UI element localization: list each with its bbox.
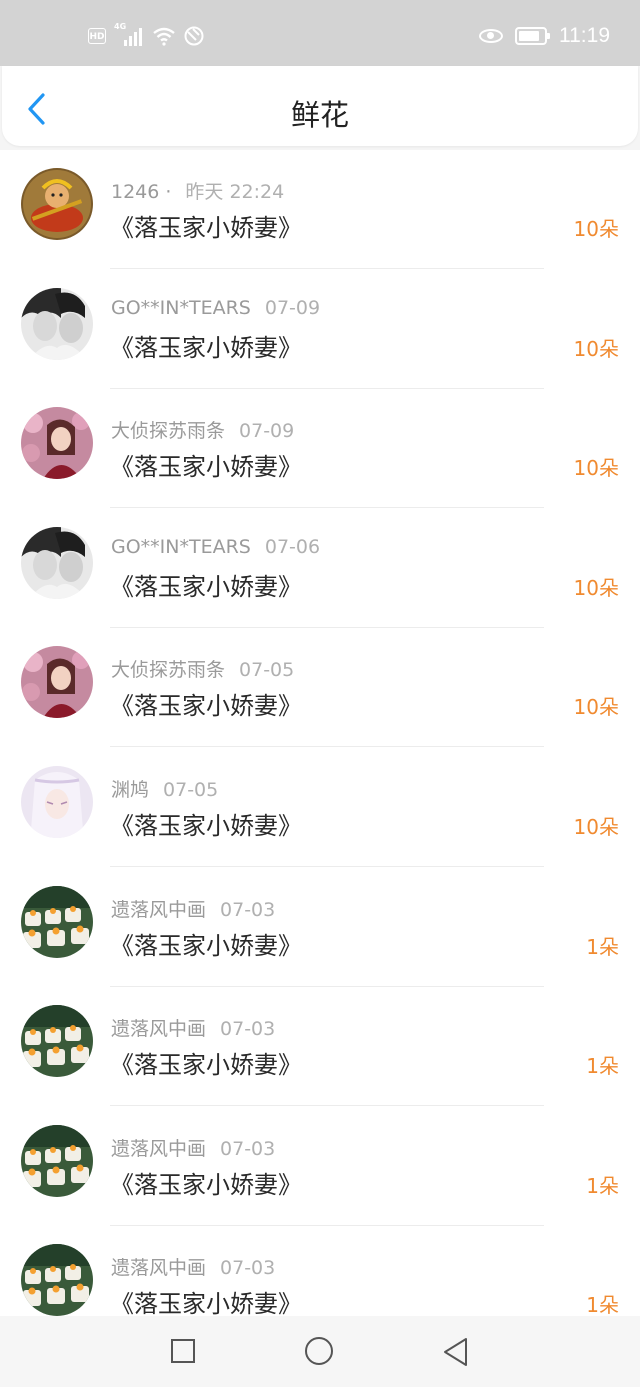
row-meta: 1246 · 昨天 22:24 bbox=[111, 177, 284, 204]
hd-icon: HD bbox=[88, 28, 106, 44]
home-button[interactable] bbox=[305, 1337, 333, 1365]
white-hair-anime-avatar[interactable] bbox=[21, 766, 93, 838]
eye-comfort-icon bbox=[479, 29, 503, 43]
system-navigation-bar bbox=[0, 1316, 640, 1387]
page-title: 鲜花 bbox=[290, 98, 349, 132]
date-label: 07-09 bbox=[239, 420, 295, 443]
separator-dot: · bbox=[165, 181, 172, 203]
row-meta: 遗落风中画 07-03 bbox=[111, 895, 275, 922]
cakes-avatar[interactable] bbox=[21, 1124, 93, 1197]
battery-icon bbox=[515, 27, 550, 45]
book-title[interactable]: 《落玉家小娇妻》 bbox=[110, 686, 302, 721]
flower-count: 10朵 bbox=[573, 336, 619, 361]
flower-count: 1朵 bbox=[586, 1054, 619, 1079]
header-bar: 鲜花 bbox=[2, 66, 638, 146]
monkey-king-avatar[interactable] bbox=[21, 168, 93, 240]
date-label: 07-09 bbox=[264, 296, 321, 319]
flower-row[interactable]: 1246 · 昨天 22:24 《落玉家小娇妻》 10朵 bbox=[0, 150, 640, 269]
date-label: 07-03 bbox=[220, 898, 276, 921]
status-left: HD 4G bbox=[88, 22, 204, 46]
flower-count: 10朵 bbox=[573, 217, 619, 241]
row-meta: GO**IN*TEARS 07-09 bbox=[111, 297, 320, 319]
flower-count: 10朵 bbox=[573, 695, 619, 720]
flower-row[interactable]: 遗落风中画 07-03 《落玉家小娇妻》 1朵 bbox=[0, 1107, 640, 1226]
girl-blossom-avatar[interactable] bbox=[21, 407, 93, 480]
flower-count: 1朵 bbox=[586, 1293, 619, 1316]
book-title[interactable]: 《落玉家小娇妻》 bbox=[110, 208, 302, 243]
status-right: 11:19 bbox=[479, 24, 610, 48]
book-title[interactable]: 《落玉家小娇妻》 bbox=[110, 567, 302, 602]
username[interactable]: 遗落风中画 bbox=[111, 899, 206, 921]
flower-count: 1朵 bbox=[586, 1173, 619, 1198]
cakes-avatar[interactable] bbox=[21, 1005, 93, 1078]
date-label: 07-03 bbox=[220, 1257, 276, 1280]
couple-bw-avatar[interactable] bbox=[21, 287, 93, 360]
username[interactable]: 渊鸠 bbox=[111, 779, 149, 801]
wifi-icon bbox=[153, 27, 175, 46]
username[interactable]: 大侦探苏雨条 bbox=[111, 420, 225, 442]
username[interactable]: GO**IN*TEARS bbox=[111, 536, 251, 558]
cakes-avatar[interactable] bbox=[21, 1244, 93, 1316]
flower-count: 10朵 bbox=[573, 575, 619, 600]
row-meta: 遗落风中画 07-03 bbox=[111, 1134, 275, 1161]
date-label: 07-05 bbox=[163, 779, 219, 801]
flower-row[interactable]: 大侦探苏雨条 07-05 《落玉家小娇妻》 10朵 bbox=[0, 628, 640, 748]
flower-row[interactable]: 遗落风中画 07-03 《落玉家小娇妻》 1朵 bbox=[0, 868, 640, 987]
couple-bw-avatar[interactable] bbox=[21, 526, 93, 599]
vpn-globe-icon bbox=[184, 26, 204, 46]
username[interactable]: 遗落风中画 bbox=[111, 1018, 206, 1040]
flower-row[interactable]: 渊鸠 07-05 《落玉家小娇妻》 10朵 bbox=[0, 748, 640, 867]
flower-count: 1朵 bbox=[586, 934, 619, 959]
row-meta: GO**IN*TEARS 07-06 bbox=[111, 536, 320, 558]
flower-row[interactable]: GO**IN*TEARS 07-09 《落玉家小娇妻》 10朵 bbox=[0, 270, 640, 389]
cakes-avatar[interactable] bbox=[21, 885, 93, 958]
book-title[interactable]: 《落玉家小娇妻》 bbox=[110, 1165, 302, 1200]
date-label: 07-03 bbox=[220, 1137, 276, 1160]
date-label: 07-06 bbox=[264, 535, 321, 558]
username[interactable]: 遗落风中画 bbox=[111, 1257, 206, 1279]
row-meta: 遗落风中画 07-03 bbox=[111, 1253, 275, 1280]
row-meta: 大侦探苏雨条 07-05 bbox=[111, 655, 294, 682]
book-title[interactable]: 《落玉家小娇妻》 bbox=[110, 447, 302, 482]
book-title[interactable]: 《落玉家小娇妻》 bbox=[110, 328, 302, 363]
cell-signal-icon: 4G bbox=[114, 22, 144, 46]
row-meta: 渊鸠 07-05 bbox=[111, 775, 218, 802]
username[interactable]: GO**IN*TEARS bbox=[111, 297, 251, 319]
flower-row[interactable]: 遗落风中画 07-03 《落玉家小娇妻》 1朵 bbox=[0, 987, 640, 1107]
system-back-button[interactable] bbox=[441, 1336, 471, 1368]
row-meta: 大侦探苏雨条 07-09 bbox=[111, 416, 294, 443]
status-bar: HD 4G 11:19 bbox=[0, 0, 640, 66]
girl-blossom-avatar[interactable] bbox=[21, 646, 93, 719]
book-title[interactable]: 《落玉家小娇妻》 bbox=[110, 926, 302, 961]
username[interactable]: 1246 bbox=[111, 181, 159, 203]
date-label: 07-03 bbox=[220, 1018, 276, 1041]
clock: 11:19 bbox=[559, 24, 610, 47]
date-label: 07-05 bbox=[239, 659, 295, 682]
flower-row[interactable]: GO**IN*TEARS 07-06 《落玉家小娇妻》 10朵 bbox=[0, 509, 640, 628]
flower-count: 10朵 bbox=[573, 456, 619, 481]
row-meta: 遗落风中画 07-03 bbox=[111, 1014, 275, 1041]
username[interactable]: 遗落风中画 bbox=[111, 1138, 206, 1160]
flower-row[interactable]: 遗落风中画 07-03 《落玉家小娇妻》 1朵 bbox=[0, 1226, 640, 1316]
date-label: 昨天 22:24 bbox=[185, 181, 285, 203]
flower-list: 1246 · 昨天 22:24 《落玉家小娇妻》 10朵 GO**IN*TEARS 07-0… bbox=[0, 150, 640, 1316]
book-title[interactable]: 《落玉家小娇妻》 bbox=[110, 806, 302, 841]
book-title[interactable]: 《落玉家小娇妻》 bbox=[110, 1284, 302, 1316]
recents-button[interactable] bbox=[171, 1339, 195, 1363]
network-type: 4G bbox=[114, 22, 127, 31]
book-title[interactable]: 《落玉家小娇妻》 bbox=[110, 1045, 302, 1080]
flower-count: 10朵 bbox=[573, 815, 619, 839]
flower-row[interactable]: 大侦探苏雨条 07-09 《落玉家小娇妻》 10朵 bbox=[0, 389, 640, 509]
username[interactable]: 大侦探苏雨条 bbox=[111, 659, 225, 681]
